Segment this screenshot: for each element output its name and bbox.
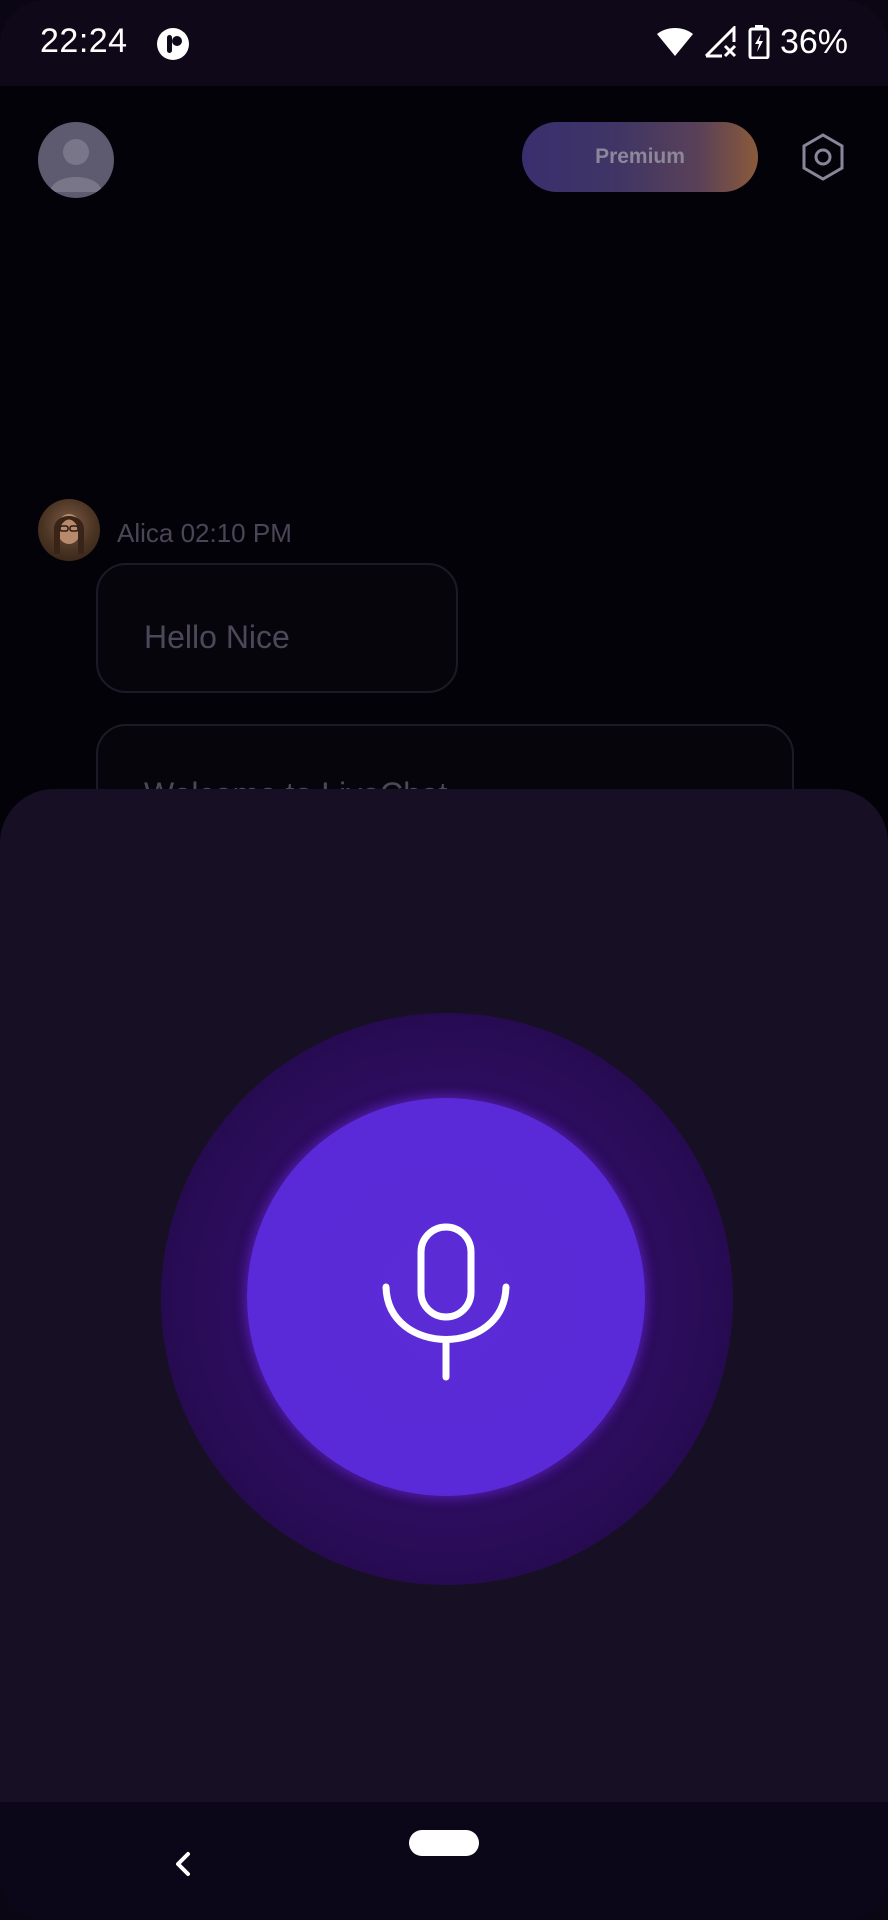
user-avatar[interactable] xyxy=(38,122,114,198)
status-time: 22:24 xyxy=(40,22,128,60)
status-icons: 36% xyxy=(656,22,848,62)
message-text: Hello Nice xyxy=(144,619,290,655)
home-pill-icon[interactable] xyxy=(409,1830,479,1856)
sender-photo xyxy=(53,514,85,554)
mic-button[interactable] xyxy=(247,1098,645,1496)
sender-avatar[interactable] xyxy=(38,499,100,561)
message-bubble[interactable]: Hello Nice xyxy=(96,563,458,693)
voice-input-sheet xyxy=(0,789,888,1920)
premium-label: Premium xyxy=(595,145,685,168)
microphone-icon xyxy=(382,1223,510,1381)
user-placeholder-icon xyxy=(50,139,102,192)
sender-name-time: Alica 02:10 PM xyxy=(117,518,292,548)
hexagon-settings-icon[interactable] xyxy=(798,132,848,182)
top-header: Premium xyxy=(0,86,888,226)
status-bar: 22:24 36% xyxy=(0,0,888,86)
battery-percent: 36% xyxy=(779,22,848,61)
app-notification-icon xyxy=(157,28,189,60)
app-screen: 22:24 36% Premium Alica 02:10 PM Hello N… xyxy=(0,0,888,1920)
back-chevron-icon[interactable] xyxy=(166,1846,202,1882)
battery-charging-icon xyxy=(748,25,770,59)
system-nav-bar xyxy=(0,1802,888,1920)
signal-off-icon xyxy=(704,26,736,58)
wifi-icon xyxy=(656,28,693,56)
premium-button[interactable]: Premium xyxy=(522,122,758,192)
